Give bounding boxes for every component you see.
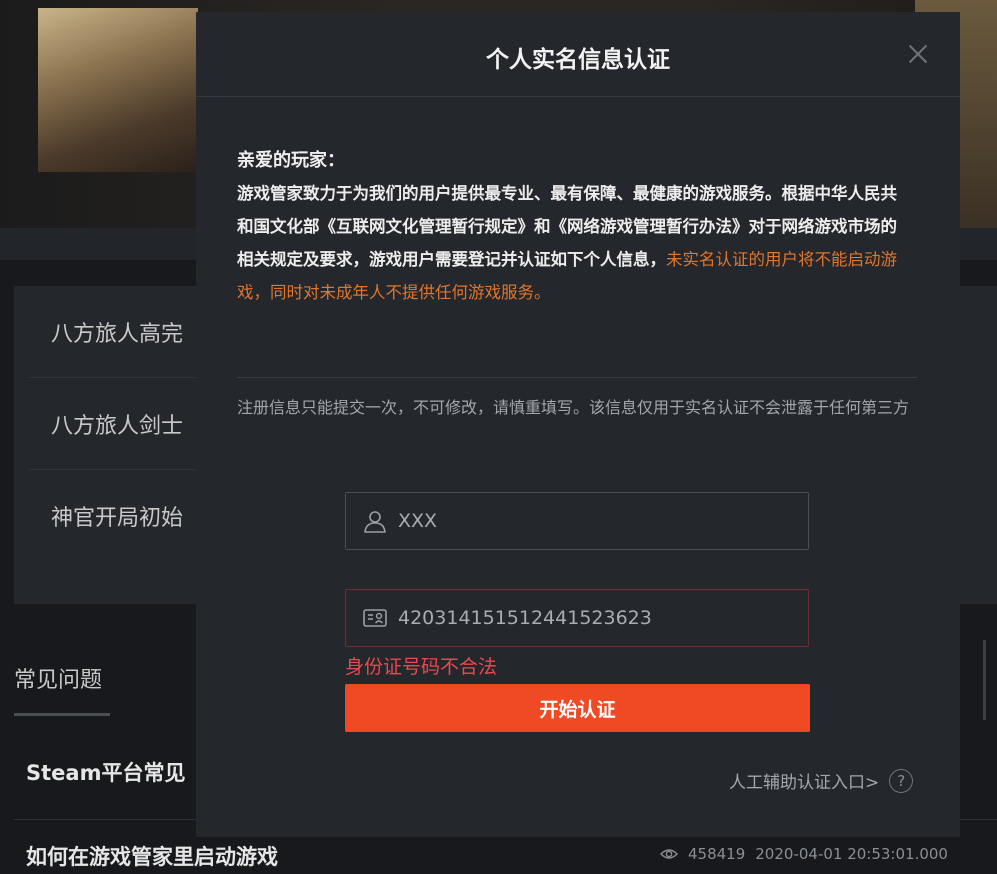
faq-section-title: 常见问题 <box>14 668 103 693</box>
section-divider <box>237 377 917 378</box>
intro-text: 游戏管家致力于为我们的用户提供最专业、最有保障、最健康的游戏服务。根据中华人民共… <box>237 177 912 309</box>
real-name-verification-dialog: 个人实名信息认证 亲爱的玩家： 游戏管家致力于为我们的用户提供最专业、最有保障、… <box>196 12 960 837</box>
user-icon <box>364 511 386 533</box>
manual-verification-label[interactable]: 人工辅助认证入口> <box>729 768 879 793</box>
close-icon[interactable] <box>906 42 930 66</box>
name-field[interactable] <box>345 492 809 550</box>
faq-title-underline <box>14 713 110 716</box>
id-number-input[interactable] <box>396 606 780 630</box>
view-count: 458419 <box>688 845 746 863</box>
name-input[interactable] <box>396 509 780 533</box>
game-cover-art <box>38 8 198 172</box>
start-verification-button[interactable]: 开始认证 <box>345 684 810 732</box>
dialog-title: 个人实名信息认证 <box>486 47 670 73</box>
post-timestamp: 2020-04-01 20:53:01.000 <box>755 845 948 863</box>
greeting-text: 亲爱的玩家： <box>237 150 345 171</box>
help-icon[interactable]: ? <box>889 768 914 793</box>
validation-error: 身份证号码不合法 <box>345 656 498 678</box>
id-card-icon <box>363 609 387 627</box>
page-scrollbar[interactable] <box>983 640 986 720</box>
id-number-field[interactable] <box>345 589 809 647</box>
manual-verification-link[interactable]: 人工辅助认证入口> ? <box>729 768 914 793</box>
faq-item[interactable]: Steam平台常见 <box>26 757 185 787</box>
dialog-header: 个人实名信息认证 <box>196 12 960 97</box>
eye-icon <box>660 849 678 859</box>
faq-item[interactable]: 如何在游戏管家里启动游戏 <box>26 841 278 871</box>
privacy-notice: 注册信息只能提交一次，不可修改，请慎重填写。该信息仅用于实名认证不会泄露于任何第… <box>237 398 910 417</box>
faq-item-meta: 458419 2020-04-01 20:53:01.000 <box>660 845 948 863</box>
